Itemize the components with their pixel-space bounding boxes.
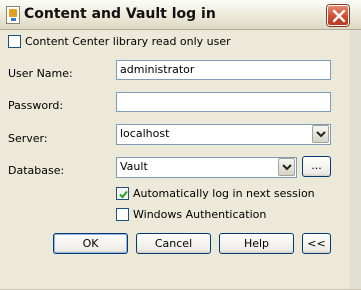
username-field[interactable]: administrator bbox=[116, 60, 331, 80]
database-browse-button[interactable]: ... bbox=[302, 156, 331, 177]
server-dropdown-arrow[interactable] bbox=[312, 125, 329, 143]
server-value: localhost bbox=[120, 127, 170, 140]
password-label: Password: bbox=[8, 99, 64, 112]
server-dropdown[interactable]: localhost bbox=[116, 124, 331, 145]
database-dropdown[interactable]: Vault bbox=[116, 157, 297, 178]
content-center-readonly-checkbox[interactable] bbox=[8, 35, 21, 48]
auto-login-checkbox[interactable] bbox=[116, 187, 129, 200]
database-dropdown-arrow[interactable] bbox=[278, 158, 295, 176]
cancel-button[interactable]: Cancel bbox=[136, 233, 211, 254]
chevron-down-icon bbox=[282, 164, 292, 171]
close-button[interactable] bbox=[327, 5, 349, 26]
database-label: Database: bbox=[8, 164, 65, 177]
windows-auth-checkbox[interactable] bbox=[116, 208, 129, 221]
window-title: Content and Vault log in bbox=[24, 6, 216, 22]
checkmark-icon bbox=[119, 190, 128, 199]
server-label: Server: bbox=[8, 132, 48, 145]
app-icon bbox=[6, 6, 20, 24]
auto-login-label: Automatically log in next session bbox=[133, 187, 315, 200]
password-field[interactable] bbox=[116, 92, 331, 112]
username-label: User Name: bbox=[8, 67, 73, 80]
database-value: Vault bbox=[120, 160, 148, 173]
chevron-down-icon bbox=[316, 131, 326, 138]
content-center-readonly-label: Content Center library read only user bbox=[25, 35, 231, 48]
windows-auth-label: Windows Authentication bbox=[133, 208, 267, 221]
ok-button[interactable]: OK bbox=[53, 233, 128, 254]
help-button[interactable]: Help bbox=[219, 233, 294, 254]
collapse-button[interactable]: << bbox=[302, 233, 331, 254]
window-border bbox=[350, 30, 361, 290]
close-icon bbox=[332, 9, 346, 23]
